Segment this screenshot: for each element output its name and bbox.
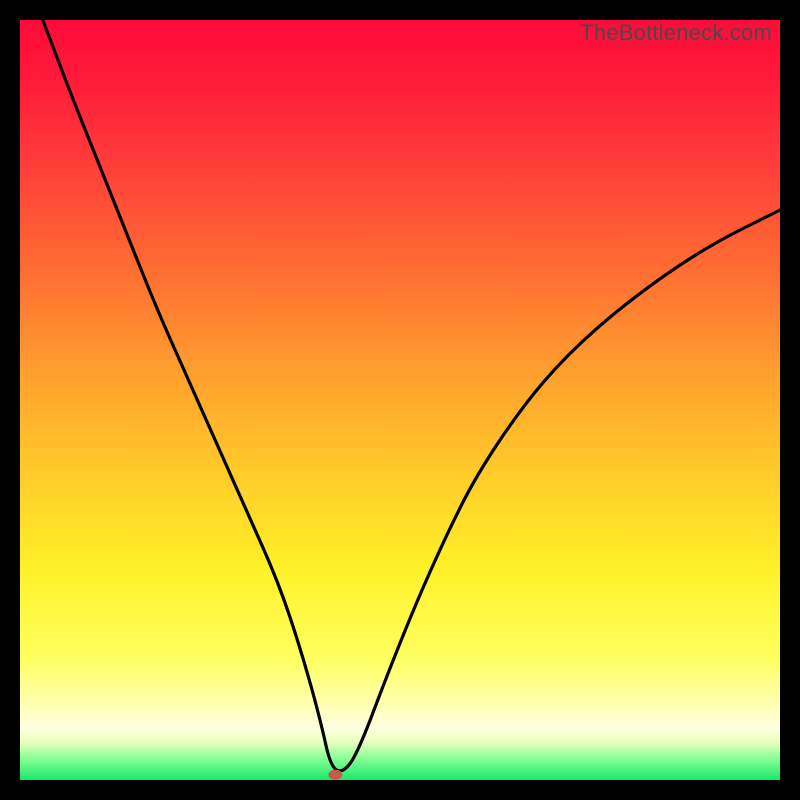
plot-area: TheBottleneck.com xyxy=(20,20,780,780)
curve-svg xyxy=(20,20,780,780)
bottleneck-curve-path xyxy=(43,20,780,771)
min-marker xyxy=(328,770,342,780)
chart-frame: TheBottleneck.com xyxy=(0,0,800,800)
